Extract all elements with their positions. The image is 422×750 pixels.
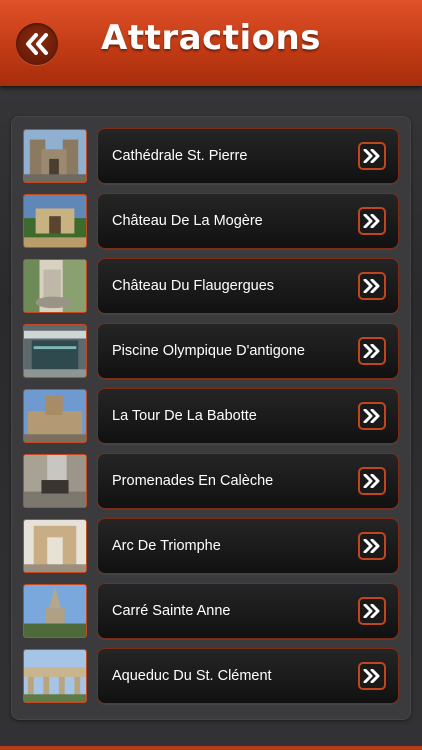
- attraction-name: Carré Sainte Anne: [112, 603, 231, 619]
- open-button[interactable]: [358, 597, 386, 625]
- list-item[interactable]: Cathédrale St. Pierre: [11, 128, 411, 186]
- open-button[interactable]: [358, 532, 386, 560]
- attraction-cell[interactable]: Aqueduc Du St. Clément: [97, 648, 399, 704]
- attraction-cell[interactable]: Arc De Triomphe: [97, 518, 399, 574]
- open-button[interactable]: [358, 207, 386, 235]
- list-item[interactable]: Arc De Triomphe: [11, 518, 411, 576]
- attraction-name: Aqueduc Du St. Clément: [112, 668, 272, 684]
- attraction-thumbnail: [23, 519, 87, 573]
- double-chevron-right-icon: [363, 409, 380, 423]
- attraction-thumbnail: [23, 194, 87, 248]
- list-item[interactable]: Piscine Olympique D'antigone: [11, 323, 411, 381]
- attraction-name: La Tour De La Babotte: [112, 408, 257, 424]
- open-button[interactable]: [358, 662, 386, 690]
- attraction-cell[interactable]: Château De La Mogère: [97, 193, 399, 249]
- open-button[interactable]: [358, 467, 386, 495]
- list-item[interactable]: La Tour De La Babotte: [11, 388, 411, 446]
- list-item[interactable]: Aqueduc Du St. Clément: [11, 648, 411, 706]
- attraction-cell[interactable]: Cathédrale St. Pierre: [97, 128, 399, 184]
- double-chevron-right-icon: [363, 604, 380, 618]
- double-chevron-right-icon: [363, 279, 380, 293]
- open-button[interactable]: [358, 337, 386, 365]
- attraction-name: Cathédrale St. Pierre: [112, 148, 248, 164]
- attraction-name: Château Du Flaugergues: [112, 278, 275, 294]
- header-bar: Attractions: [0, 0, 422, 86]
- attraction-thumbnail: [23, 259, 87, 313]
- attraction-thumbnail: [23, 649, 87, 703]
- double-chevron-right-icon: [363, 149, 380, 163]
- page-title: Attractions: [101, 18, 321, 58]
- attraction-cell[interactable]: Promenades En Calèche: [97, 453, 399, 509]
- attraction-cell[interactable]: Château Du Flaugergues: [97, 258, 399, 314]
- open-button[interactable]: [358, 272, 386, 300]
- double-chevron-right-icon: [363, 214, 380, 228]
- double-chevron-right-icon: [363, 669, 380, 683]
- list-item[interactable]: Château De La Mogère: [11, 193, 411, 251]
- list-item[interactable]: Château Du Flaugergues: [11, 258, 411, 316]
- open-button[interactable]: [358, 142, 386, 170]
- attraction-cell[interactable]: Carré Sainte Anne: [97, 583, 399, 639]
- attraction-name: Promenades En Calèche: [112, 473, 274, 489]
- attraction-cell[interactable]: La Tour De La Babotte: [97, 388, 399, 444]
- double-chevron-right-icon: [363, 539, 380, 553]
- attraction-cell[interactable]: Piscine Olympique D'antigone: [97, 323, 399, 379]
- attraction-thumbnail: [23, 129, 87, 183]
- double-chevron-right-icon: [363, 474, 380, 488]
- double-chevron-right-icon: [363, 344, 380, 358]
- attraction-name: Château De La Mogère: [112, 213, 263, 229]
- attraction-name: Piscine Olympique D'antigone: [112, 343, 305, 359]
- attraction-thumbnail: [23, 454, 87, 508]
- attraction-thumbnail: [23, 324, 87, 378]
- attraction-thumbnail: [23, 389, 87, 443]
- list-item[interactable]: Promenades En Calèche: [11, 453, 411, 511]
- open-button[interactable]: [358, 402, 386, 430]
- bottom-accent-bar: [0, 746, 422, 750]
- attraction-name: Arc De Triomphe: [112, 538, 221, 554]
- attractions-list: Cathédrale St. Pierre Château De La Mogè…: [11, 116, 411, 720]
- list-item[interactable]: Carré Sainte Anne: [11, 583, 411, 641]
- attraction-thumbnail: [23, 584, 87, 638]
- app-screen: Attractions Cathédrale St. Pierre Châtea…: [0, 0, 422, 750]
